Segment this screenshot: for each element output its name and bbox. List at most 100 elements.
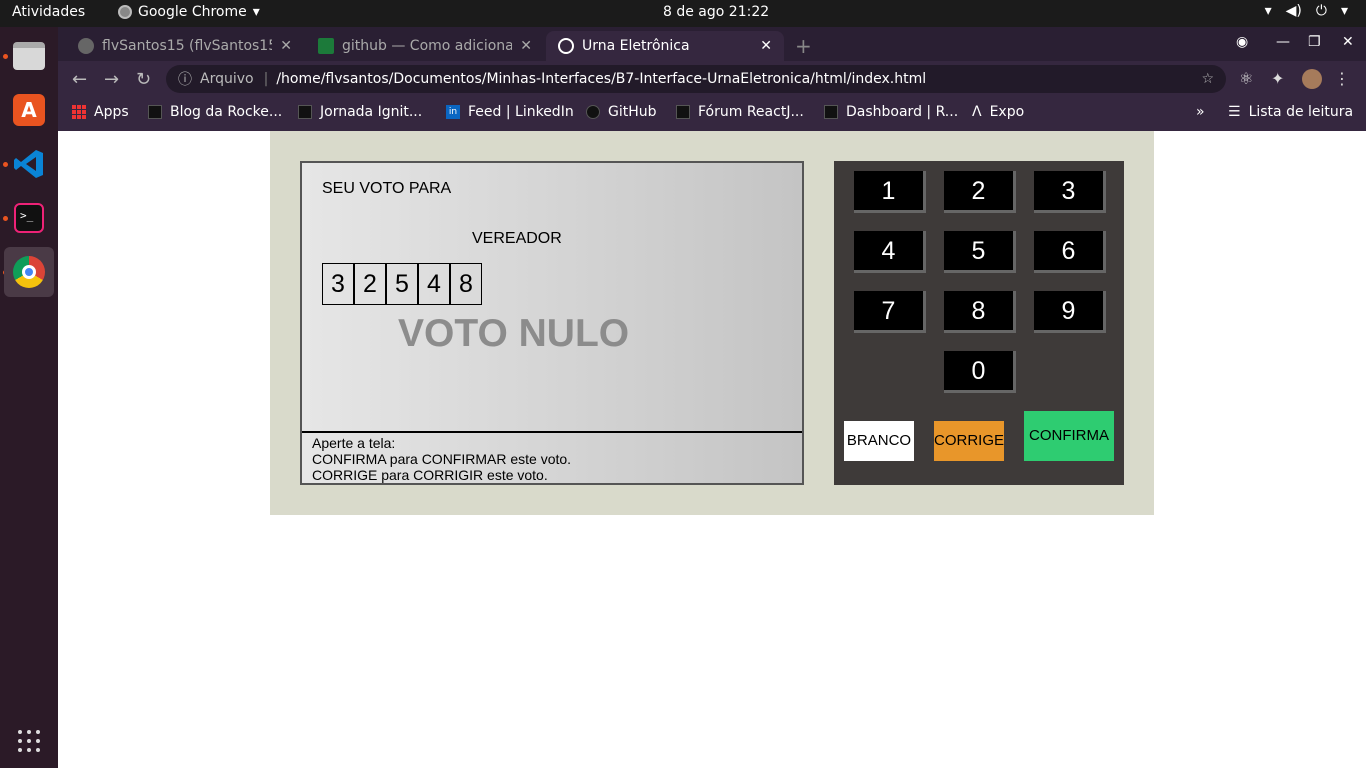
apps-grid-icon <box>72 105 86 119</box>
rocketseat-icon <box>148 105 162 119</box>
dock-files[interactable] <box>4 31 54 81</box>
back-icon[interactable]: ← <box>72 69 87 90</box>
reading-list-icon: ☰ <box>1228 104 1241 120</box>
close-window-icon[interactable]: ✕ <box>1342 34 1354 50</box>
bookmark-dashboard[interactable]: Dashboard | R... <box>824 104 958 120</box>
stackoverflow-icon <box>318 38 334 54</box>
close-icon[interactable]: ✕ <box>520 38 532 54</box>
vscode-icon <box>14 150 43 178</box>
confirma-button[interactable]: CONFIRMA <box>1024 411 1114 461</box>
divider: | <box>263 71 269 87</box>
vote-status: VOTO NULO <box>398 312 630 355</box>
profile-avatar[interactable] <box>1302 69 1322 89</box>
vote-heading: SEU VOTO PARA <box>322 180 452 197</box>
react-devtools-icon[interactable]: ⚛ <box>1239 69 1253 88</box>
bookmark-label: Expo <box>989 104 1025 120</box>
office-label: VEREADOR <box>472 230 562 247</box>
browser-window: flvSantos15 (flvSantos15) ✕ github — Com… <box>58 27 1366 131</box>
github-icon <box>586 105 600 119</box>
show-applications-icon[interactable] <box>18 730 40 752</box>
key-6[interactable]: 6 <box>1034 231 1106 273</box>
key-8[interactable]: 8 <box>944 291 1016 333</box>
rocketseat-icon <box>824 105 838 119</box>
tab-urna-eletronica[interactable]: Urna Eletrônica ✕ <box>546 31 784 61</box>
key-5[interactable]: 5 <box>944 231 1016 273</box>
dock-vscode[interactable] <box>4 139 54 189</box>
bookmark-github[interactable]: GitHub <box>586 104 657 120</box>
system-status-menu[interactable]: ▾ ◀) ⏻ ▾ <box>1265 3 1348 19</box>
key-3[interactable]: 3 <box>1034 171 1106 213</box>
app-menu[interactable]: Google Chrome ▾ <box>118 4 260 20</box>
tab-search-icon[interactable]: ◉ <box>1236 34 1248 50</box>
key-9[interactable]: 9 <box>1034 291 1106 333</box>
extensions-icon[interactable]: ✦ <box>1271 69 1284 88</box>
tab-title: Urna Eletrônica <box>582 38 690 54</box>
chevron-down-icon: ▾ <box>1340 3 1348 19</box>
chevron-down-icon: ▾ <box>252 4 260 20</box>
reading-list-label: Lista de leitura <box>1248 104 1354 120</box>
more-bookmarks-icon[interactable]: » <box>1196 104 1205 120</box>
maximize-icon[interactable]: ❐ <box>1308 34 1321 50</box>
new-tab-icon[interactable]: + <box>795 34 812 58</box>
key-1[interactable]: 1 <box>854 171 926 213</box>
bookmark-apps[interactable]: Apps <box>72 104 129 120</box>
dock-terminal[interactable]: >_ <box>4 193 54 243</box>
key-0[interactable]: 0 <box>944 351 1016 393</box>
forward-icon[interactable]: → <box>104 69 119 90</box>
url-text[interactable]: /home/flvsantos/Documentos/Minhas-Interf… <box>276 71 1201 87</box>
menu-icon[interactable]: ⋮ <box>1334 69 1350 88</box>
urna-screen: SEU VOTO PARA VEREADOR 3 2 5 4 8 VOTO NU… <box>300 161 804 485</box>
globe-icon <box>558 38 574 54</box>
files-icon <box>13 42 45 70</box>
key-4[interactable]: 4 <box>854 231 926 273</box>
corrige-button[interactable]: CORRIGE <box>934 421 1004 461</box>
dock-chrome[interactable] <box>4 247 54 297</box>
minimize-icon[interactable]: — <box>1276 34 1290 50</box>
dock-software-center[interactable]: A <box>4 85 54 135</box>
bookmark-blog-rocketseat[interactable]: Blog da Rocke... <box>148 104 282 120</box>
clock[interactable]: 8 de ago 21:22 <box>663 4 769 20</box>
bookmark-label: GitHub <box>608 104 657 120</box>
vote-digits: 3 2 5 4 8 <box>322 263 482 305</box>
reading-list-button[interactable]: ☰ Lista de leitura <box>1228 104 1353 120</box>
key-2[interactable]: 2 <box>944 171 1016 213</box>
power-icon: ⏻ <box>1315 3 1327 19</box>
instruction-line: Aperte a tela: <box>312 435 396 451</box>
volume-icon: ◀) <box>1285 3 1302 19</box>
rocketseat-icon <box>676 105 690 119</box>
close-icon[interactable]: ✕ <box>760 38 772 54</box>
key-7[interactable]: 7 <box>854 291 926 333</box>
bookmark-star-icon[interactable]: ☆ <box>1201 71 1214 87</box>
vote-digit: 3 <box>322 263 354 305</box>
bookmark-linkedin[interactable]: in Feed | LinkedIn <box>446 104 574 120</box>
keypad: 1 2 3 4 5 6 7 8 9 0 BRANCO CORRIGE CONFI… <box>834 161 1124 485</box>
rocketseat-icon <box>298 105 312 119</box>
activities-button[interactable]: Atividades <box>12 4 85 20</box>
instruction-line: CONFIRMA para CONFIRMAR este voto. <box>312 451 572 467</box>
tab-strip: flvSantos15 (flvSantos15) ✕ github — Com… <box>58 27 1366 61</box>
close-icon[interactable]: ✕ <box>280 38 292 54</box>
scheme-label: Arquivo <box>200 71 254 87</box>
address-bar[interactable]: ⓘ Arquivo | /home/flvsantos/Documentos/M… <box>166 65 1226 93</box>
tab-stackoverflow[interactable]: github — Como adicionar ✕ <box>306 31 544 61</box>
chrome-app-icon <box>118 5 132 19</box>
info-icon[interactable]: ⓘ <box>178 69 192 89</box>
page-content: SEU VOTO PARA VEREADOR 3 2 5 4 8 VOTO NU… <box>58 131 1366 768</box>
bookmarks-bar: Apps Blog da Rocke... Jornada Ignit... i… <box>58 97 1366 131</box>
tab-github-profile[interactable]: flvSantos15 (flvSantos15) ✕ <box>66 31 304 61</box>
chrome-icon <box>13 256 45 288</box>
bookmark-expo[interactable]: Λ Expo <box>972 104 1024 120</box>
vote-digit: 8 <box>450 263 482 305</box>
tab-title: flvSantos15 (flvSantos15) <box>102 38 273 54</box>
tab-title: github — Como adicionar <box>342 38 513 54</box>
linkedin-icon: in <box>446 105 460 119</box>
branco-button[interactable]: BRANCO <box>844 421 914 461</box>
bookmark-label: Fórum ReactJ... <box>698 104 804 120</box>
bookmark-label: Dashboard | R... <box>846 104 959 120</box>
software-center-icon: A <box>13 94 45 126</box>
terminal-icon: >_ <box>14 203 44 233</box>
reload-icon[interactable]: ↻ <box>136 69 151 90</box>
bookmark-forum-reactjs[interactable]: Fórum ReactJ... <box>676 104 804 120</box>
browser-toolbar: ← → ↻ ⓘ Arquivo | /home/flvsantos/Docume… <box>58 61 1366 97</box>
bookmark-jornada-ignite[interactable]: Jornada Ignit... <box>298 104 422 120</box>
